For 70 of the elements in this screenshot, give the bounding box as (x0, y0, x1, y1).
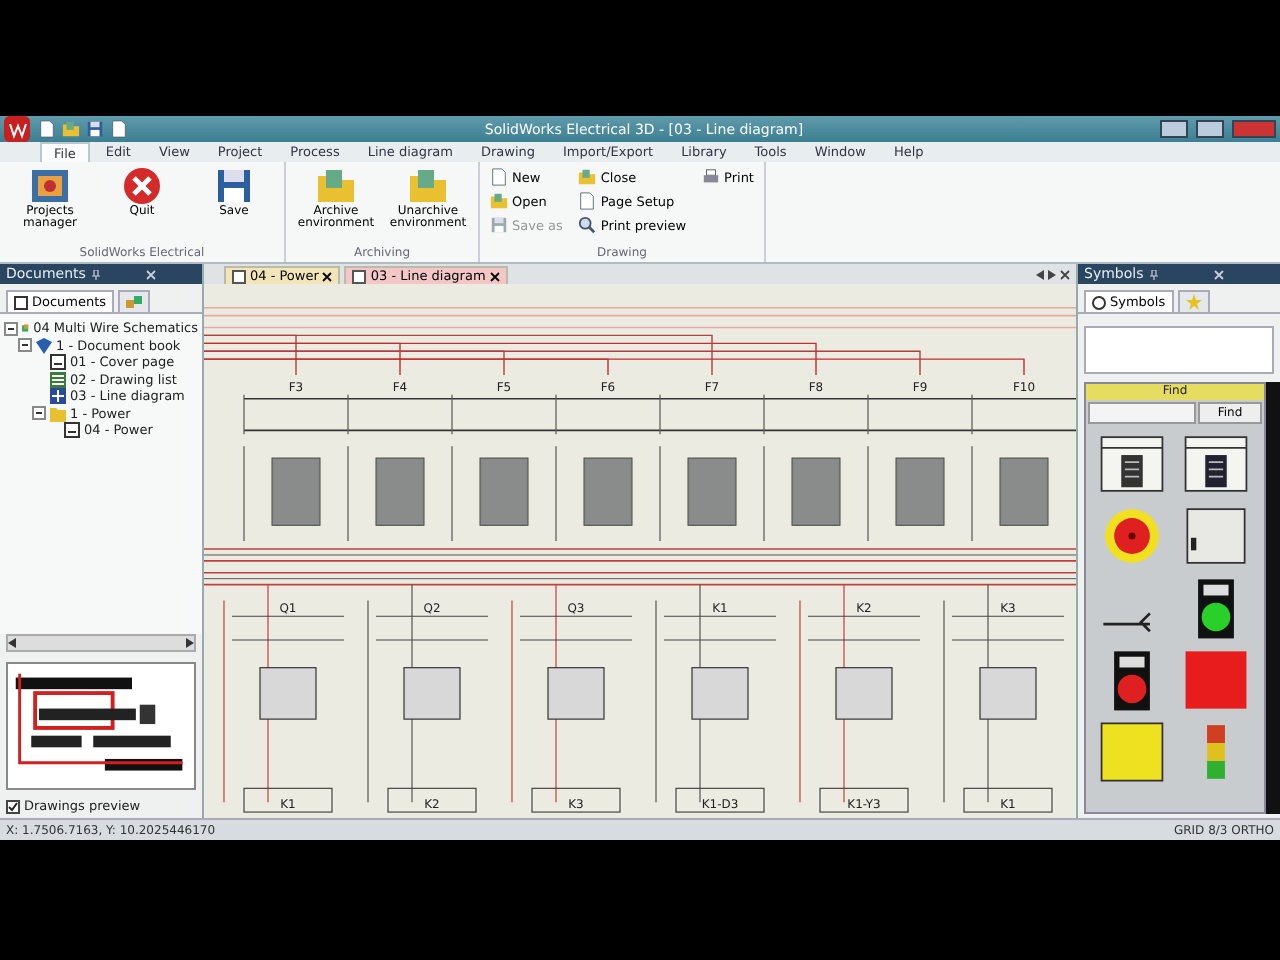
page-icon (38, 120, 56, 138)
circuit-breaker-drawing (895, 457, 945, 526)
magnifier-icon (578, 216, 597, 234)
breaker-drawing (403, 667, 461, 720)
folder-icon (408, 166, 448, 206)
circuit-breaker-drawing (375, 457, 425, 526)
drawing-icon (232, 269, 246, 283)
minimize-button[interactable] (1160, 120, 1188, 138)
page-icon (110, 120, 128, 138)
picture-frame-icon (30, 166, 70, 206)
next-icon[interactable] (1048, 269, 1056, 279)
list-icon (50, 371, 66, 388)
book-icon (36, 337, 52, 354)
symbol-icon (1092, 295, 1106, 309)
square-lamp-icon[interactable] (1100, 722, 1164, 782)
app-logo-icon[interactable] (4, 116, 30, 142)
contactor-drawing (979, 667, 1037, 720)
scroll-left-icon[interactable] (8, 638, 16, 648)
save-icon (86, 120, 104, 138)
circuit-breaker-drawing (583, 457, 633, 526)
document-icon (14, 295, 28, 309)
close-icon[interactable] (322, 271, 333, 281)
vertical-scrollbar[interactable] (1266, 382, 1280, 814)
project-icon (22, 320, 30, 337)
emergency-stop-icon[interactable] (1105, 509, 1159, 563)
breaker-drawing (259, 667, 317, 720)
checkbox[interactable] (6, 799, 20, 813)
diagram-icon (50, 388, 66, 405)
expander-toggle[interactable] (4, 321, 18, 336)
page-icon (578, 192, 597, 210)
circuit-breaker-drawing (479, 457, 529, 526)
cubes-icon (126, 294, 143, 310)
switch-symbol-icon[interactable] (1102, 612, 1152, 633)
folder-icon (490, 192, 508, 210)
pushbutton-icon[interactable] (1114, 651, 1150, 711)
horizontal-scrollbar[interactable] (6, 634, 196, 652)
contactor-symbol-icon[interactable] (1184, 436, 1248, 492)
contactor-drawing (691, 667, 749, 720)
page-icon (64, 422, 80, 439)
switch-box-icon[interactable] (1186, 508, 1246, 564)
folder-icon (62, 120, 80, 138)
circuit-breaker-drawing (687, 457, 737, 526)
contactor-drawing (835, 667, 893, 720)
previous-icon[interactable] (1036, 269, 1044, 279)
printer-icon (702, 168, 721, 186)
expander-toggle[interactable] (18, 338, 32, 353)
drawing-icon (352, 269, 367, 283)
signal-tower-icon[interactable] (1207, 725, 1225, 779)
save-icon (490, 216, 508, 234)
scroll-right-icon[interactable] (186, 638, 194, 648)
folder-icon (578, 168, 597, 186)
panel-tab[interactable] (118, 290, 151, 312)
close-icon[interactable] (489, 271, 500, 281)
folder-icon (316, 166, 356, 206)
breaker-drawing (547, 667, 605, 720)
close-icon[interactable] (1060, 269, 1070, 279)
contactor-symbol-icon[interactable] (1100, 436, 1164, 492)
maximize-button[interactable] (1196, 120, 1224, 138)
pin-icon[interactable] (1149, 269, 1158, 279)
search-field[interactable] (1088, 402, 1196, 424)
page-icon (490, 168, 508, 186)
star-icon (1185, 294, 1202, 310)
expander-toggle[interactable] (32, 406, 46, 421)
folder-icon (50, 405, 66, 422)
pushbutton-icon[interactable] (1198, 579, 1234, 639)
page-icon (50, 354, 66, 371)
circuit-breaker-drawing (999, 457, 1049, 526)
pin-icon[interactable] (91, 269, 100, 279)
circuit-breaker-drawing (271, 457, 321, 526)
circuit-breaker-drawing (791, 457, 841, 526)
